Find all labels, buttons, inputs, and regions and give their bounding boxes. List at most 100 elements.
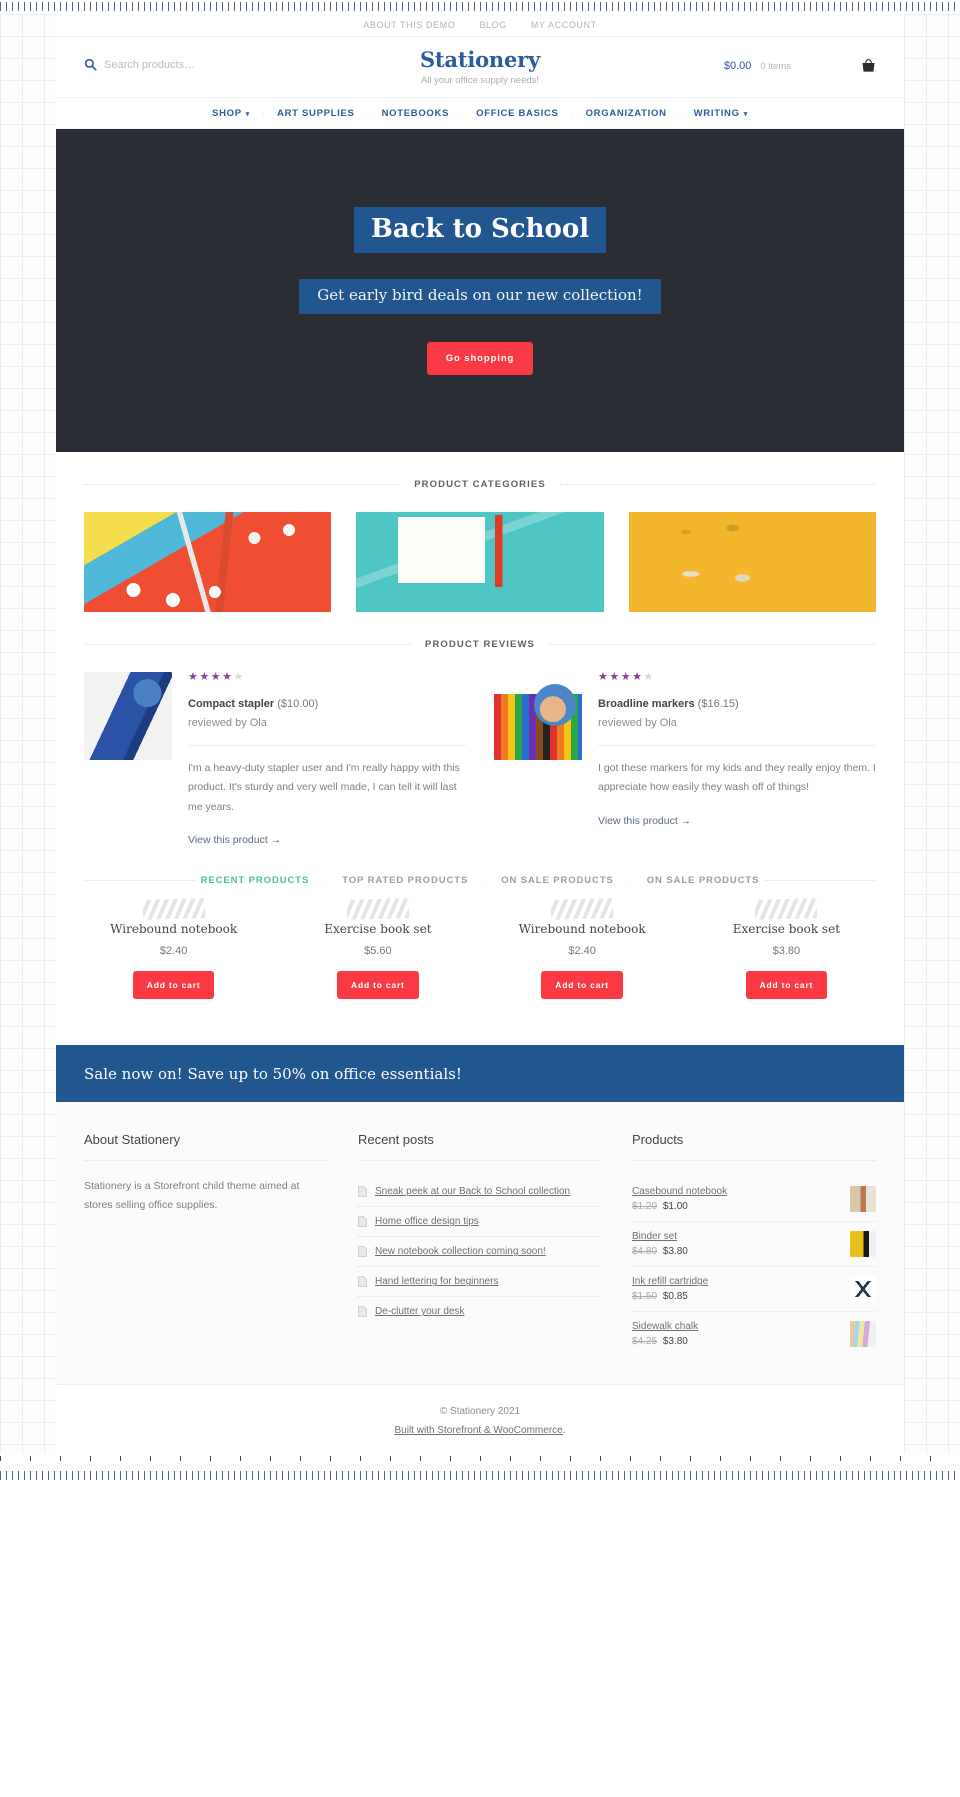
cart-total: $0.00 xyxy=(723,60,752,72)
widget-product-link[interactable]: Sidewalk chalk xyxy=(632,1321,840,1332)
add-to-cart-button[interactable]: Add to cart xyxy=(337,971,419,1000)
review-product-name: Compact stapler xyxy=(188,698,275,710)
category-tile-art-supplies[interactable] xyxy=(84,512,332,612)
built-with-link[interactable]: Built with Storefront & WooCommerce xyxy=(395,1425,563,1436)
tab-top-rated-products[interactable]: Top rated products xyxy=(336,875,474,886)
footer-column-recent-posts: Recent posts Sneak peek at our Back to S… xyxy=(358,1132,602,1356)
review-product-thumbnail[interactable] xyxy=(84,672,172,760)
add-to-cart-button[interactable]: Add to cart xyxy=(132,971,215,1000)
nav-item-shop[interactable]: Shop ▾ xyxy=(212,108,250,119)
product-name[interactable]: Exercise book set xyxy=(288,922,467,936)
page-wrapper: About this demo Blog My account Statione… xyxy=(0,14,960,1455)
widget-product-thumbnail[interactable] xyxy=(850,1186,876,1213)
review-meta: Broadline markers ($16.15) reviewed by O… xyxy=(598,696,876,731)
nav-item-writing-label: Writing xyxy=(693,107,740,119)
heading-rule-right xyxy=(559,484,876,485)
widget-product-prices: $4.25 $3.80 xyxy=(632,1336,840,1347)
topnav-item-blog[interactable]: Blog xyxy=(479,20,506,30)
nav-item-art-supplies[interactable]: Art supplies xyxy=(277,108,355,119)
view-product-link[interactable]: View this product → xyxy=(188,834,281,846)
document-icon xyxy=(358,1216,367,1228)
list-item: Sidewalk chalk $4.25 $3.80 xyxy=(632,1312,876,1356)
topnav-item-my-account[interactable]: My account xyxy=(531,20,597,30)
product-name[interactable]: Wirebound notebook xyxy=(493,922,672,936)
review-meta: Compact stapler ($10.00) reviewed by Ola xyxy=(188,696,466,731)
products-widget-title: Products xyxy=(632,1132,876,1162)
nav-item-organization[interactable]: Organization xyxy=(586,108,667,119)
old-price: $1.20 xyxy=(632,1201,658,1213)
review-text: I got these markers for my kids and they… xyxy=(598,762,876,794)
recent-post-link[interactable]: Home office design tips xyxy=(375,1216,479,1227)
review-product-price: ($16.15) xyxy=(697,698,739,710)
chevron-down-icon: ▾ xyxy=(245,110,251,118)
widget-product-thumbnail[interactable] xyxy=(850,1321,876,1348)
add-to-cart-button[interactable]: Add to cart xyxy=(745,971,828,1000)
list-item: New notebook collection coming soon! xyxy=(358,1237,602,1268)
chevron-down-icon: ▾ xyxy=(743,110,748,118)
product-card: Exercise book set $3.80 Add to cart xyxy=(697,898,876,1000)
widget-product-prices: $1.20 $1.00 xyxy=(632,1201,840,1212)
nav-item-office-basics[interactable]: Office basics xyxy=(476,108,558,119)
widget-product-link[interactable]: Casebound notebook xyxy=(632,1186,840,1197)
built-with-period: . xyxy=(562,1425,566,1437)
heading-rule-left xyxy=(84,644,412,645)
topnav-item-about-this-demo[interactable]: About this demo xyxy=(363,20,455,30)
review-product-price: ($10.00) xyxy=(277,698,319,710)
shopping-bag-icon[interactable] xyxy=(861,59,876,73)
product-name[interactable]: Exercise book set xyxy=(697,922,876,936)
sale-banner[interactable]: Sale now on! Save up to 50% on office es… xyxy=(56,1045,904,1103)
recent-post-link[interactable]: New notebook collection coming soon! xyxy=(375,1246,546,1257)
product-card: Exercise book set $5.60 Add to cart xyxy=(288,898,467,1000)
go-shopping-button[interactable]: Go shopping xyxy=(426,341,534,375)
heading-rule-right xyxy=(548,644,876,645)
footer-column-products: Products Casebound notebook $1.20 $1.00 xyxy=(632,1132,876,1356)
tab-on-sale-products[interactable]: On sale products xyxy=(495,875,620,886)
right-grid-rail xyxy=(904,14,960,1455)
document-icon xyxy=(358,1186,367,1198)
review-byline: reviewed by Ola xyxy=(188,716,267,729)
tab-recent-products[interactable]: Recent products xyxy=(195,875,316,886)
category-tile-office-basics[interactable] xyxy=(628,512,876,612)
product-reviews-title: Product Reviews xyxy=(425,639,535,650)
review-text: I'm a heavy-duty stapler user and I'm re… xyxy=(188,762,460,813)
recent-post-link[interactable]: De-clutter your desk xyxy=(375,1306,464,1317)
product-info: Casebound notebook $1.20 $1.00 xyxy=(632,1186,840,1212)
recent-post-link[interactable]: Sneak peek at our Back to School collect… xyxy=(375,1186,570,1197)
recent-posts-list: Sneak peek at our Back to School collect… xyxy=(358,1177,602,1326)
review-divider xyxy=(188,745,466,746)
review-product-name: Broadline markers xyxy=(598,698,695,710)
recent-posts-widget-title: Recent posts xyxy=(358,1132,602,1162)
hero-banner: Back to School Get early bird deals on o… xyxy=(56,129,904,452)
top-ruler-decoration xyxy=(0,0,960,14)
tab-on-sale-products-2[interactable]: On sale products xyxy=(641,875,766,886)
product-tabs: Recent products · Top rated products · O… xyxy=(84,875,877,886)
bottom-ruler-strip xyxy=(0,1468,960,1483)
review-byline: reviewed by Ola xyxy=(598,716,677,729)
widget-product-link[interactable]: Ink refill cartridge xyxy=(632,1276,840,1287)
widget-product-link[interactable]: Binder set xyxy=(632,1231,840,1242)
list-item: De-clutter your desk xyxy=(358,1297,602,1326)
product-name[interactable]: Wirebound notebook xyxy=(84,922,263,936)
copyright-text: © Stationery 2021 xyxy=(439,1406,521,1418)
nav-item-notebooks[interactable]: Notebooks xyxy=(382,108,450,119)
cart-summary[interactable]: $0.00 0 items xyxy=(724,60,791,72)
view-product-link[interactable]: View this product → xyxy=(598,815,691,827)
category-tile-notebooks[interactable] xyxy=(356,512,604,612)
document-icon xyxy=(358,1246,367,1258)
product-price: $3.80 xyxy=(772,945,801,958)
review-card: ★★★★★ Compact stapler ($10.00) reviewed … xyxy=(84,672,466,846)
add-to-cart-button[interactable]: Add to cart xyxy=(541,971,623,1000)
recent-post-link[interactable]: Hand lettering for beginners xyxy=(375,1276,498,1287)
review-card: ★★★★★ Broadline markers ($16.15) reviewe… xyxy=(494,672,876,846)
product-info: Sidewalk chalk $4.25 $3.80 xyxy=(632,1321,840,1347)
footer-column-about: About Stationery Stationery is a Storefr… xyxy=(84,1132,328,1356)
product-card: Wirebound notebook $2.40 Add to cart xyxy=(84,898,263,1000)
review-product-thumbnail[interactable] xyxy=(494,672,582,760)
nav-item-writing[interactable]: Writing ▾ xyxy=(694,108,748,119)
product-price: $2.40 xyxy=(159,945,188,958)
widget-product-thumbnail[interactable] xyxy=(850,1231,876,1258)
widget-product-thumbnail[interactable] xyxy=(850,1276,876,1303)
built-with-text: Built with Storefront & WooCommerce. xyxy=(56,1425,904,1436)
secondary-navigation: About this demo Blog My account xyxy=(56,14,904,37)
old-price: $4.25 xyxy=(632,1336,658,1348)
